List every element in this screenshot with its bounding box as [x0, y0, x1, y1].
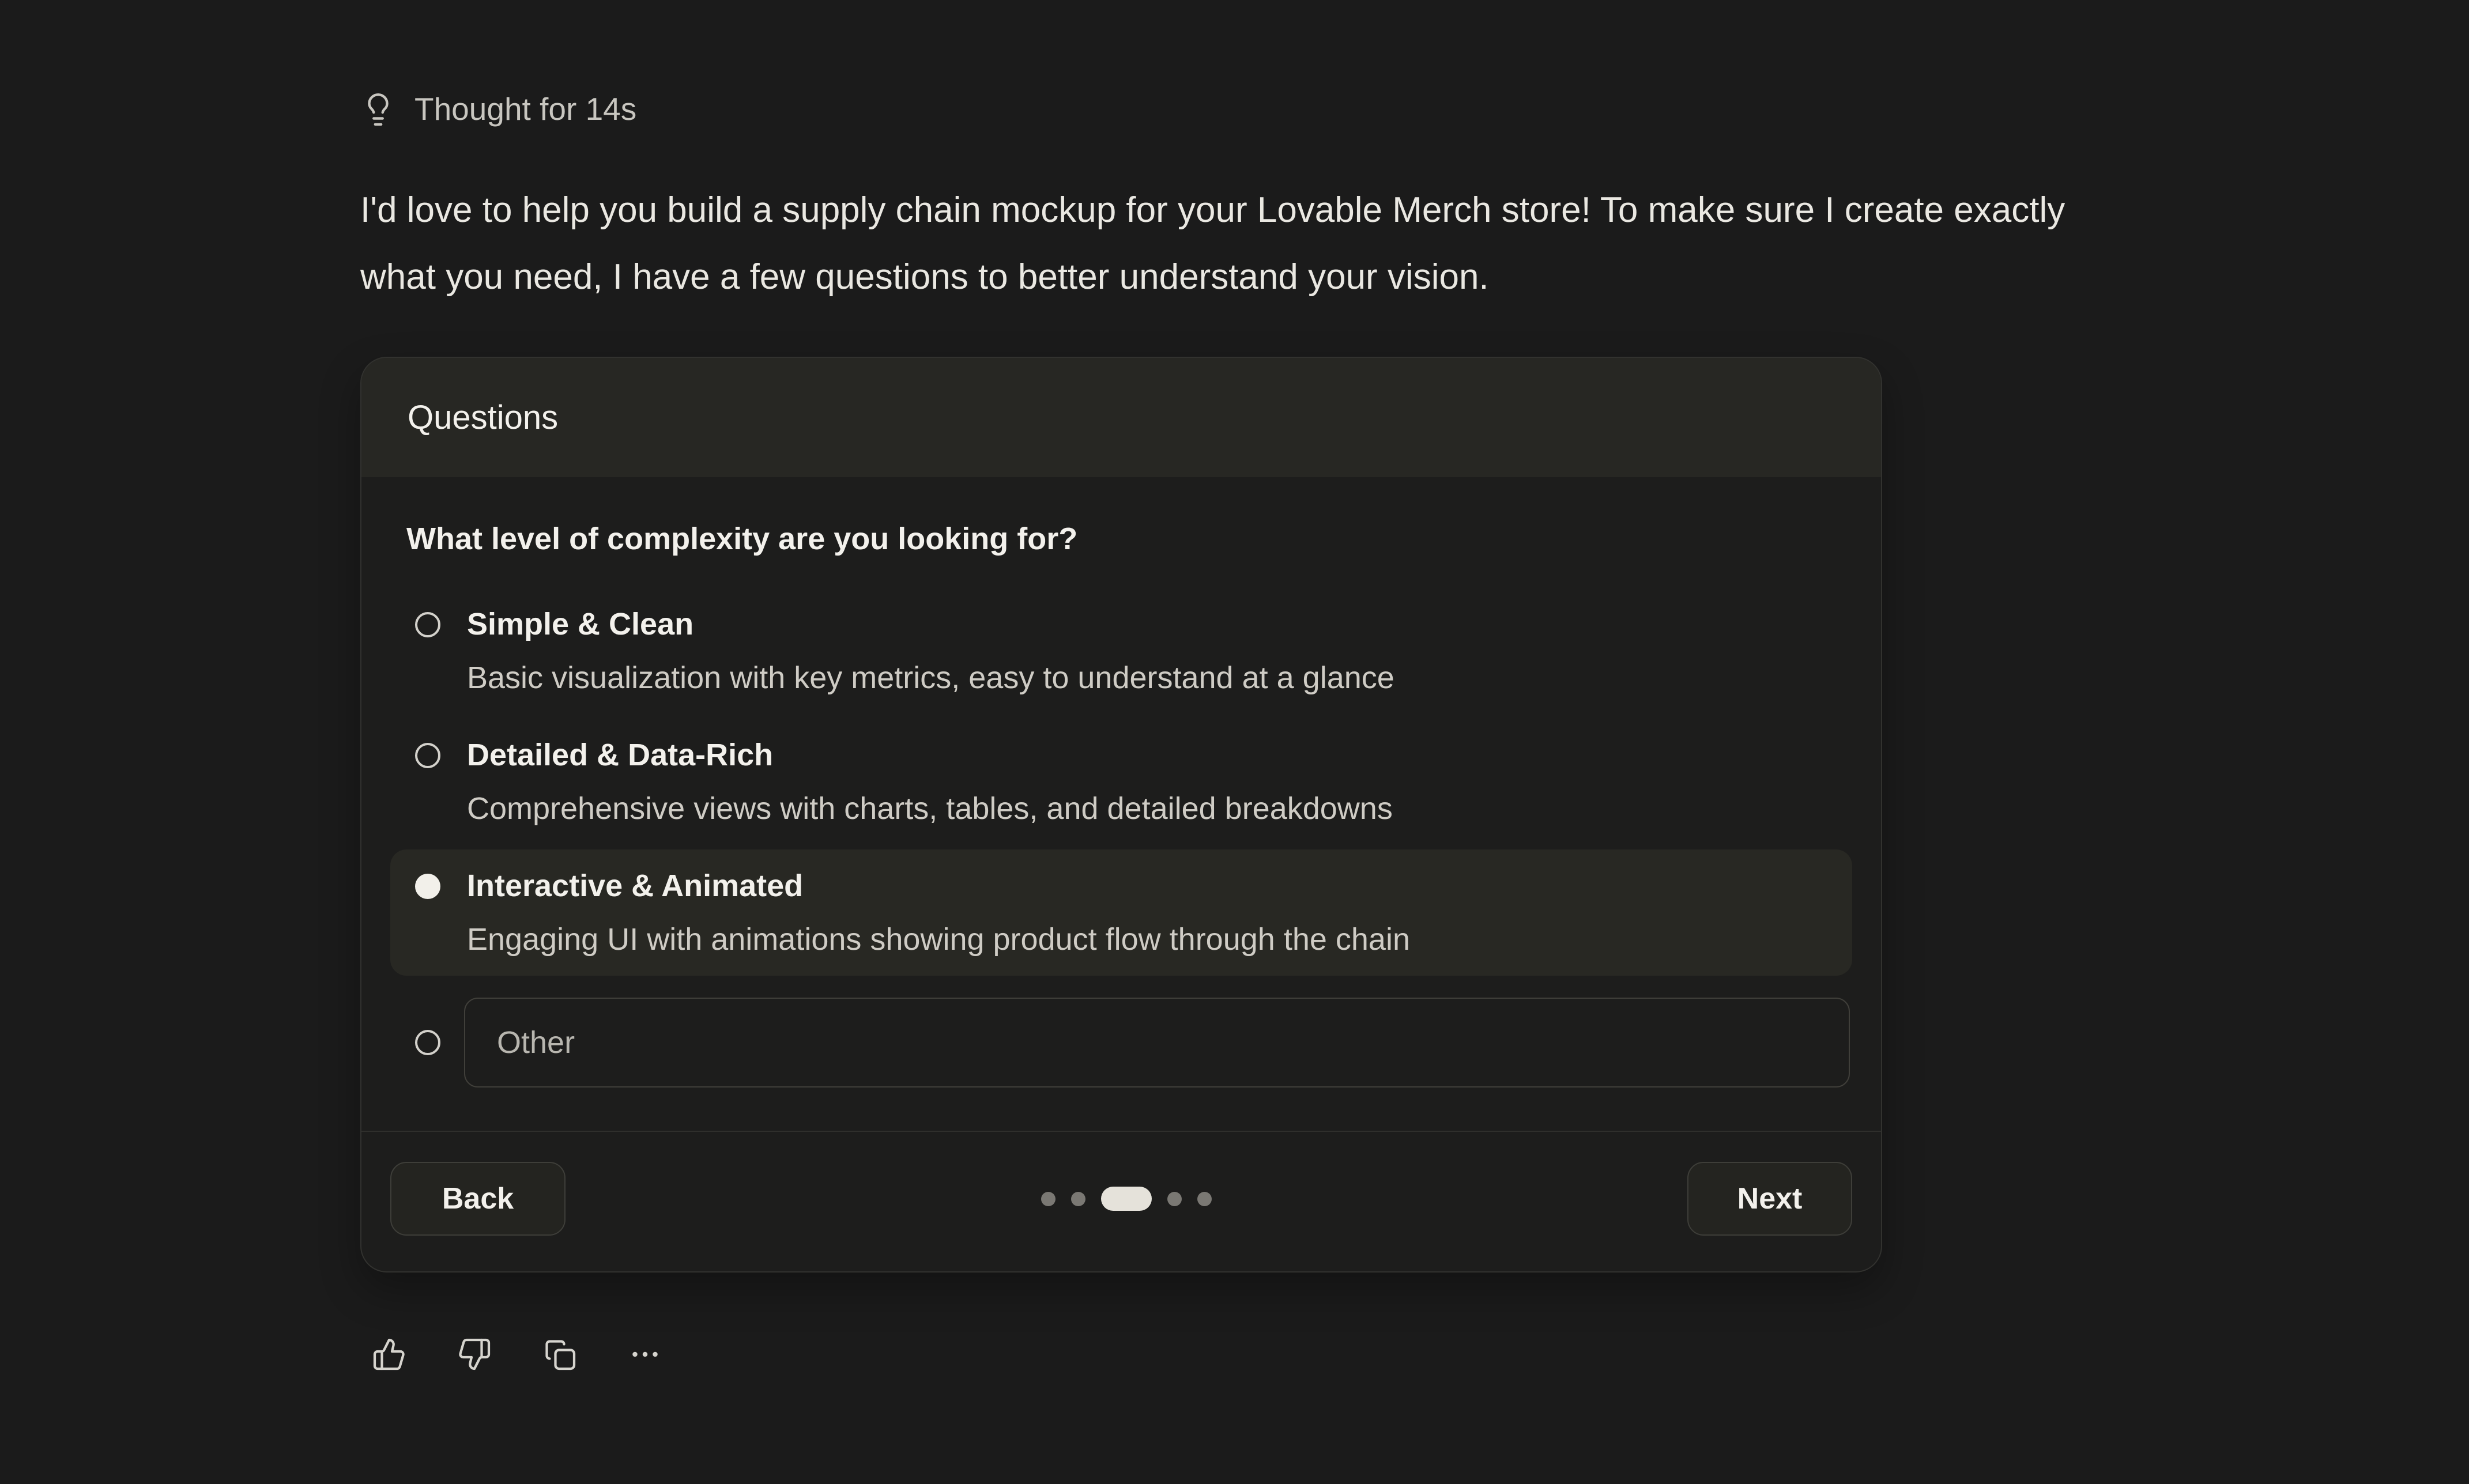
option-description: Comprehensive views with charts, tables,…: [467, 790, 1829, 828]
back-button[interactable]: Back: [390, 1162, 566, 1236]
pagination-dot: [1167, 1192, 1182, 1206]
copy-icon: [542, 1337, 577, 1372]
thinking-summary-label: Thought for 14s: [414, 88, 636, 131]
radio-unselected-icon[interactable]: [415, 1030, 440, 1055]
card-header: Questions: [361, 358, 1881, 477]
card-footer: Back Next: [361, 1131, 1881, 1271]
option-simple-clean[interactable]: Simple & Clean Basic visualization with …: [390, 588, 1852, 714]
pagination-dot: [1041, 1192, 1056, 1206]
pagination-dot: [1071, 1192, 1085, 1206]
option-other[interactable]: [390, 980, 1852, 1105]
pagination-dots: [1041, 1187, 1212, 1211]
thumbs-down-icon: [457, 1337, 492, 1372]
question-text: What level of complexity are you looking…: [406, 520, 1852, 558]
message-actions: [372, 1337, 2090, 1372]
option-description: Engaging UI with animations showing prod…: [467, 920, 1829, 958]
card-body: What level of complexity are you looking…: [361, 520, 1881, 1105]
option-interactive-animated[interactable]: Interactive & Animated Engaging UI with …: [390, 849, 1852, 976]
option-description: Basic visualization with key metrics, ea…: [467, 659, 1829, 697]
other-input[interactable]: [464, 998, 1850, 1087]
more-options-icon: [628, 1337, 662, 1372]
copy-button[interactable]: [542, 1337, 577, 1372]
option-title: Simple & Clean: [467, 605, 1829, 643]
radio-selected-icon[interactable]: [415, 874, 440, 899]
radio-unselected-icon[interactable]: [415, 743, 440, 768]
option-detailed-data-rich[interactable]: Detailed & Data-Rich Comprehensive views…: [390, 719, 1852, 845]
more-options-button[interactable]: [628, 1337, 662, 1372]
radio-unselected-icon[interactable]: [415, 612, 440, 637]
next-button[interactable]: Next: [1687, 1162, 1852, 1236]
pagination-dot: [1197, 1192, 1212, 1206]
pagination-dot-active: [1101, 1187, 1152, 1211]
chat-screen: Thought for 14s I'd love to help you bui…: [0, 0, 2469, 1484]
lightbulb-icon: [360, 92, 396, 127]
thumbs-down-button[interactable]: [457, 1337, 492, 1372]
assistant-message-text: I'd love to help you build a supply chai…: [360, 177, 2084, 311]
questions-card: Questions What level of complexity are y…: [360, 357, 1882, 1272]
card-title: Questions: [408, 399, 558, 436]
assistant-response: Thought for 14s I'd love to help you bui…: [360, 0, 2090, 1372]
option-title: Interactive & Animated: [467, 867, 1829, 905]
options-list: Simple & Clean Basic visualization with …: [390, 588, 1852, 1105]
thinking-summary[interactable]: Thought for 14s: [360, 88, 636, 131]
option-title: Detailed & Data-Rich: [467, 736, 1829, 774]
thumbs-up-icon: [372, 1337, 406, 1372]
thumbs-up-button[interactable]: [372, 1337, 406, 1372]
